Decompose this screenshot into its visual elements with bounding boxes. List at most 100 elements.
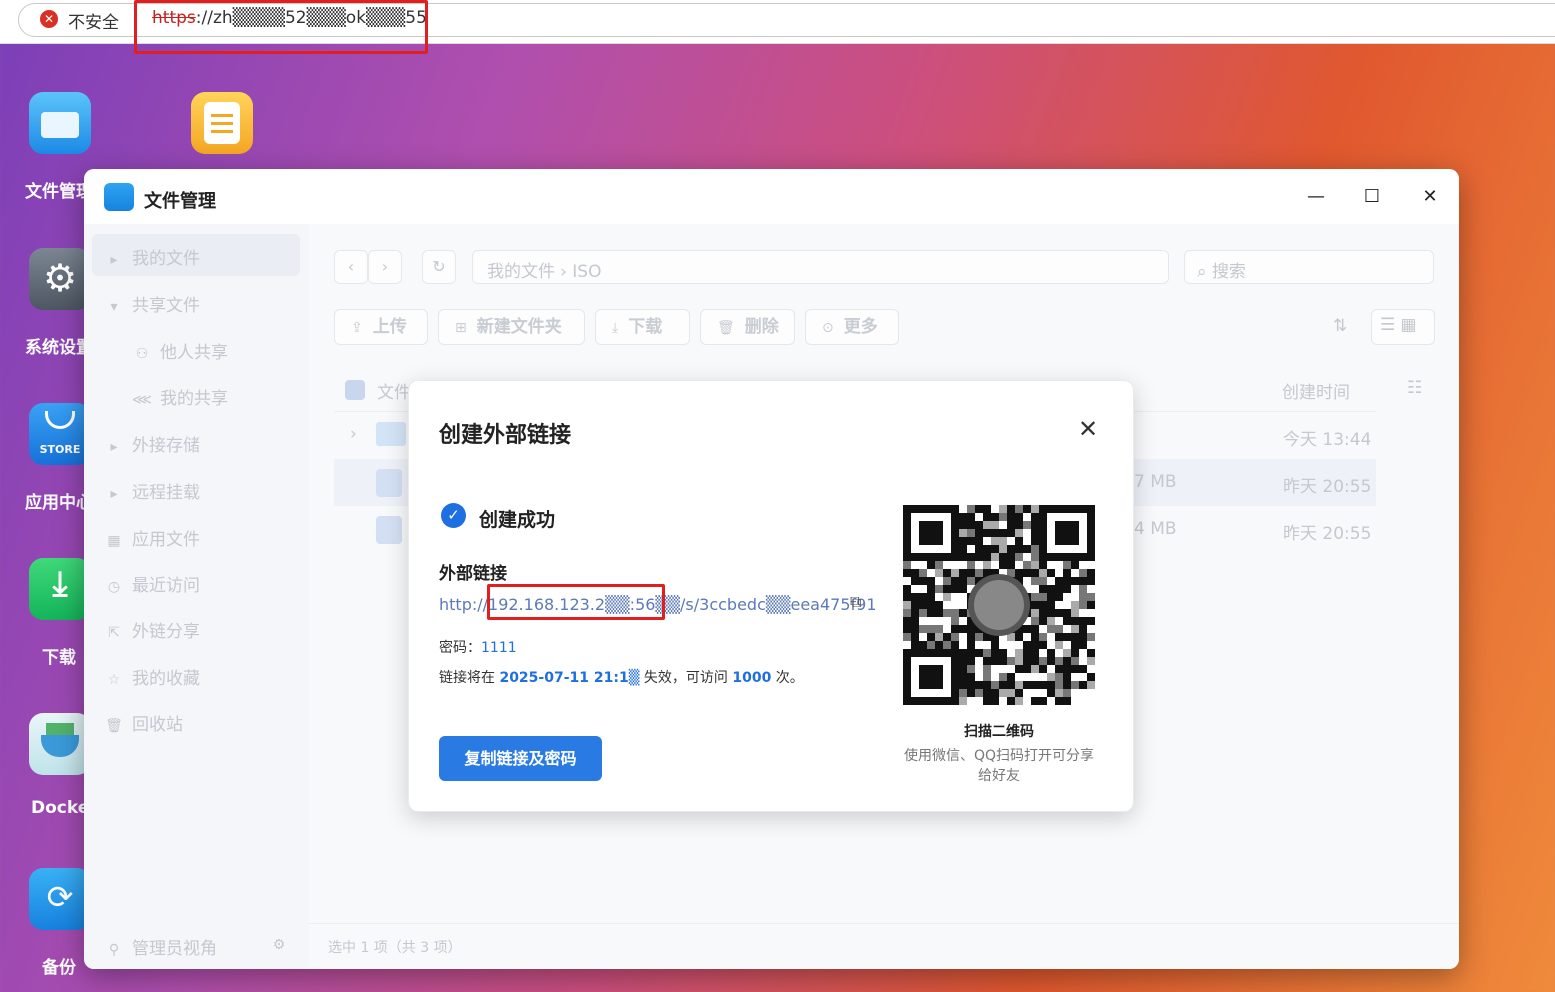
expiry-line: 链接将在 2025-07-11 21:1▒ 失效，可访问 1000 次。 [439, 670, 804, 686]
breadcrumb-separator: › [560, 262, 573, 282]
desktop-label-app-center: 应用中心 [25, 493, 93, 513]
not-secure-icon[interactable]: ✕ [40, 10, 58, 28]
refresh-button[interactable]: ↻ [422, 250, 456, 284]
success-message: 创建成功 [479, 509, 556, 531]
sidebar-item-favorites[interactable]: ☆ 我的收藏 [104, 664, 200, 689]
select-all-checkbox[interactable] [345, 380, 365, 400]
collapse-icon: ▾ [110, 299, 118, 315]
settings-gear-icon[interactable]: ⚙ [269, 934, 297, 954]
search-input[interactable]: ⌕ 搜索 [1184, 250, 1434, 284]
status-bar: 选中 1 项（共 3 项） [309, 923, 1459, 969]
docker-app-icon[interactable] [29, 713, 91, 775]
app-store-icon[interactable]: STORE [29, 403, 91, 465]
admin-view-toggle[interactable]: ⚲ 管理员视角 [104, 934, 217, 959]
folder-app-icon [104, 183, 134, 211]
desktop-label-backup: 备份 [42, 958, 76, 978]
expand-icon[interactable]: › [350, 424, 357, 444]
file-created: 昨天 20:55 [1283, 524, 1372, 544]
external-link-icon: ⇱ [108, 625, 120, 641]
trash-icon: 🗑 [717, 320, 735, 336]
sidebar-item-trash[interactable]: 🗑 回收站 [104, 710, 183, 735]
users-icon: ⚇ [135, 346, 149, 362]
copy-link-button[interactable]: 复制链接及密码 [439, 736, 602, 781]
back-button[interactable]: ‹ [334, 250, 368, 284]
sidebar: ▸ 我的文件 ▾ 共享文件 ⚇ 他人共享 ⋘ 我的共享 ▸ 外接存储 ▸ 远程挂载 ▦ 应用文… [84, 224, 309, 969]
breadcrumb-root[interactable]: 我的文件 [487, 262, 555, 282]
list-view-icon: ☰ [1380, 315, 1396, 335]
sidebar-item-my-files[interactable]: ▸ 我的文件 [104, 244, 200, 269]
more-button[interactable]: ⊙ 更多 [805, 309, 899, 345]
file-size: 4 MB [1134, 519, 1177, 539]
check-circle-icon: ✓ [441, 503, 466, 528]
download-app-icon[interactable]: ⤓ [29, 558, 91, 620]
upload-icon: ⇪ [351, 320, 363, 336]
copy-icon[interactable]: ⧉ [850, 592, 861, 612]
expand-icon: ▸ [110, 486, 118, 502]
expiry-date: 2025-07-11 21:1▒ [499, 670, 640, 686]
qr-description: 使用微信、QQ扫码打开可分享给好友 [903, 748, 1095, 784]
ip-highlight-box [487, 584, 665, 620]
grid-view-icon: ▦ [1400, 315, 1417, 335]
desktop-label-file-manager: 文件管理 [25, 182, 93, 202]
window-titlebar[interactable]: 文件管理 — ☐ ✕ [84, 169, 1459, 224]
sidebar-item-shared-with-me[interactable]: ⚇ 他人共享 [132, 338, 228, 363]
window-title: 文件管理 [144, 191, 216, 212]
file-created: 昨天 20:55 [1283, 477, 1372, 497]
desktop-label-download: 下载 [42, 648, 76, 668]
sidebar-item-recent[interactable]: ◷ 最近访问 [104, 571, 200, 596]
disc-image-icon [376, 516, 402, 544]
download-icon: ⤓ [612, 320, 619, 336]
column-header-name[interactable]: 文件 [377, 378, 411, 403]
clock-icon: ◷ [107, 579, 121, 595]
minimize-icon[interactable]: — [1304, 185, 1328, 209]
file-created: 今天 13:44 [1283, 430, 1372, 450]
sidebar-item-app-files[interactable]: ▦ 应用文件 [104, 525, 200, 550]
url-highlight-box [134, 0, 428, 54]
new-folder-icon: ⊞ [455, 320, 467, 336]
view-toggle[interactable]: ☰ ▦ [1371, 309, 1435, 345]
sidebar-item-remote-mount[interactable]: ▸ 远程挂载 [104, 478, 200, 503]
close-window-icon[interactable]: ✕ [1418, 185, 1442, 209]
maximize-icon[interactable]: ☐ [1360, 185, 1384, 209]
search-icon: ⌕ [1197, 262, 1212, 282]
selection-status: 选中 1 项（共 3 项） [328, 940, 462, 956]
backup-app-icon[interactable]: ⟳ [29, 868, 91, 930]
sort-icon[interactable]: ⇅ [1333, 316, 1347, 336]
file-size: 7 MB [1134, 472, 1177, 492]
disc-image-icon [376, 469, 402, 497]
system-settings-icon[interactable]: ⚙ [29, 248, 91, 310]
delete-button[interactable]: 🗑 删除 [700, 309, 795, 345]
new-folder-button[interactable]: ⊞ 新建文件夹 [438, 309, 585, 345]
forward-button[interactable]: › [368, 250, 402, 284]
expand-icon: ▸ [110, 439, 118, 455]
share-icon: ⋘ [132, 392, 152, 408]
store-text: STORE [39, 443, 81, 456]
folder-icon [376, 422, 406, 446]
download-button[interactable]: ⤓ 下载 [595, 309, 690, 345]
link-label: 外部链接 [439, 564, 507, 584]
expand-icon: ▸ [110, 252, 118, 268]
upload-button[interactable]: ⇪ 上传 [334, 309, 428, 345]
password-value: 1111 [481, 640, 517, 656]
access-count: 1000 [732, 670, 772, 686]
sidebar-item-shared-files[interactable]: ▾ 共享文件 [104, 291, 200, 316]
column-header-created[interactable]: 创建时间 [1282, 378, 1350, 403]
more-icon: ⊙ [822, 320, 834, 336]
sidebar-item-external-storage[interactable]: ▸ 外接存储 [104, 431, 200, 456]
security-label[interactable]: 不安全 [68, 8, 119, 33]
file-manager-app-icon[interactable] [29, 92, 91, 154]
breadcrumb-current[interactable]: ISO [572, 262, 601, 282]
dialog-title: 创建外部链接 [439, 423, 572, 448]
trash-icon: 🗑 [105, 718, 123, 734]
sidebar-item-my-shares[interactable]: ⋘ 我的共享 [132, 384, 228, 409]
desktop-label-settings: 系统设置 [25, 338, 93, 358]
password-line: 密码：1111 [439, 640, 517, 656]
star-icon: ☆ [107, 672, 121, 688]
notes-app-icon[interactable] [191, 92, 253, 154]
user-icon: ⚲ [108, 942, 120, 958]
column-settings-icon[interactable]: ☷ [1407, 378, 1422, 398]
qr-code-image[interactable] [903, 505, 1095, 705]
close-icon[interactable]: ✕ [1075, 415, 1101, 443]
sidebar-item-link-shares[interactable]: ⇱ 外链分享 [104, 617, 200, 642]
breadcrumb[interactable]: 我的文件 › ISO [472, 250, 1169, 284]
